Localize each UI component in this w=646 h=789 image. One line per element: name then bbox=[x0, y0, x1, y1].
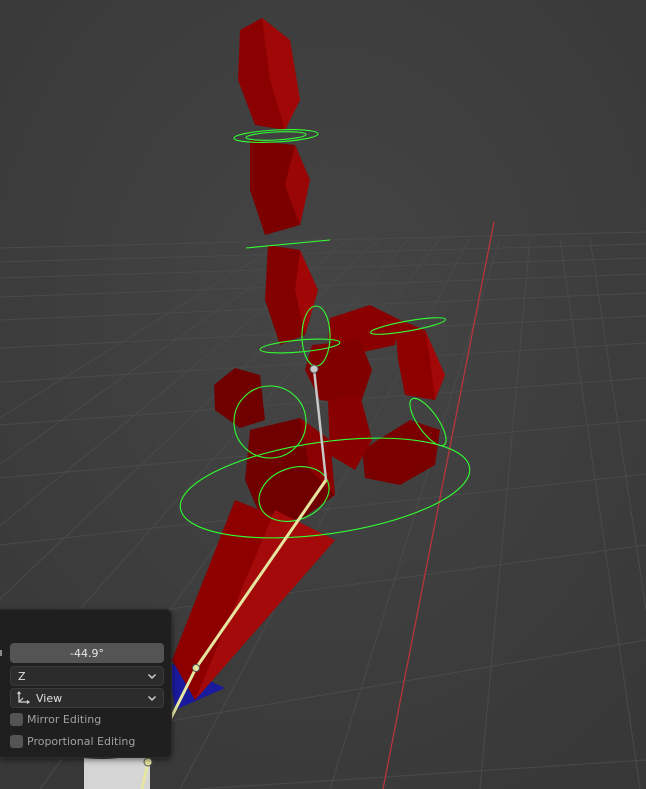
proportional-editing-option[interactable]: Proportional Editing bbox=[10, 732, 135, 750]
redo-last-panel: -44.9° Z View Mirror Editing Proportiona… bbox=[0, 609, 172, 758]
orientation-axes-icon bbox=[17, 691, 30, 704]
orientation-select-label: View bbox=[36, 691, 63, 705]
mirror-editing-checkbox[interactable] bbox=[10, 712, 23, 726]
axis-select[interactable]: Z bbox=[10, 666, 164, 686]
mirror-editing-label: Mirror Editing bbox=[27, 712, 102, 726]
chevron-down-icon bbox=[147, 673, 157, 680]
mirror-editing-option[interactable]: Mirror Editing bbox=[10, 710, 101, 728]
chevron-down-icon bbox=[147, 695, 157, 702]
angle-field[interactable]: -44.9° bbox=[10, 643, 164, 663]
axis-select-label: Z bbox=[18, 669, 26, 683]
proportional-editing-checkbox[interactable] bbox=[10, 734, 23, 748]
proportional-editing-label: Proportional Editing bbox=[27, 734, 136, 748]
orientation-select[interactable]: View bbox=[10, 688, 164, 708]
panel-collapse-handle[interactable] bbox=[0, 640, 3, 666]
